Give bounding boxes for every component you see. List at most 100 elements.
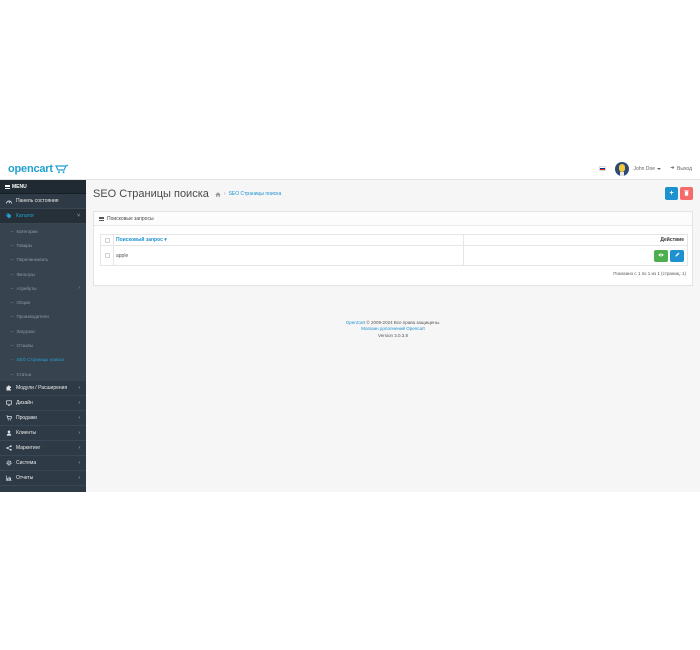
panel-title: Поисковые запросы <box>107 215 154 222</box>
chevron-right-icon: › <box>78 445 80 452</box>
user-menu-toggle[interactable]: John Doe <box>633 165 662 172</box>
table-row: apple <box>101 246 687 265</box>
delete-button[interactable] <box>680 187 693 200</box>
sidebar-sub-label: Производители <box>16 314 49 320</box>
sidebar-item-label: Отчеты <box>16 475 34 482</box>
sidebar-sub-filters[interactable]: – Фильтры <box>0 266 86 282</box>
sidebar-sub-manufacturers[interactable]: – Производители <box>0 309 86 325</box>
breadcrumb-separator: › <box>223 191 226 197</box>
sidebar-item-dashboard[interactable]: Панель состояния <box>0 194 86 209</box>
select-all-cell <box>101 235 114 245</box>
pencil-icon <box>674 252 680 259</box>
hamburger-icon <box>5 184 10 189</box>
dash-marker: – <box>11 371 14 377</box>
tag-icon <box>6 213 12 219</box>
chevron-right-icon: › <box>78 460 80 467</box>
bar-chart-icon <box>6 475 12 482</box>
chevron-right-icon: › <box>78 415 80 422</box>
sidebar-item-customers[interactable]: Клиенты › <box>0 426 86 442</box>
table-header-row: Поисковый запрос ▾ Действие <box>101 235 687 246</box>
row-checkbox[interactable] <box>104 253 110 258</box>
sidebar-sub-attributes[interactable]: – Атрибуты › <box>0 281 86 296</box>
puzzle-icon <box>6 385 12 391</box>
select-all-checkbox[interactable] <box>104 237 110 243</box>
sidebar: MENU Панель состояния Каталог ˅ – Категор… <box>0 180 86 492</box>
menu-heading: MENU <box>0 180 86 194</box>
page-title: SEO Страницы поиска <box>93 188 209 200</box>
chevron-right-icon: › <box>78 400 80 407</box>
main-content: SEO Страницы поиска › SEO Страницы поиск… <box>86 180 700 492</box>
sidebar-sub-reviews[interactable]: – Отзывы <box>0 338 86 353</box>
sidebar-item-label: Каталог <box>16 213 35 219</box>
chevron-down-icon: ˅ <box>77 213 80 219</box>
logout-label: Выход <box>677 165 692 172</box>
sidebar-item-label: Маркетинг <box>16 445 41 452</box>
opencart-logo[interactable]: opencart <box>8 162 69 176</box>
row-select-cell <box>101 246 114 265</box>
plus-icon: + <box>669 190 674 197</box>
sidebar-sub-articles[interactable]: – Статьи <box>0 366 86 382</box>
dashboard-icon <box>6 198 12 204</box>
edit-button[interactable] <box>670 249 684 262</box>
column-header-query[interactable]: Поисковый запрос ▾ <box>114 235 464 245</box>
search-queries-table: Поисковый запрос ▾ Действие apple <box>100 234 688 266</box>
breadcrumb-link[interactable]: SEO Страницы поиска <box>229 191 282 197</box>
sidebar-sub-downloads[interactable]: – Загрузки <box>0 324 86 339</box>
sidebar-item-catalog[interactable]: Каталог ˅ <box>0 209 86 224</box>
sidebar-item-extensions[interactable]: Модули / Расширения › <box>0 381 86 397</box>
dash-marker: – <box>11 257 14 263</box>
query-cell: apple <box>114 246 464 265</box>
column-header-action-label: Действие <box>660 237 684 243</box>
sidebar-sub-categories[interactable]: – Категории <box>0 224 86 239</box>
view-button[interactable] <box>654 249 668 262</box>
sidebar-item-sales[interactable]: Продажи › <box>0 411 86 427</box>
chevron-right-icon: › <box>78 385 80 392</box>
chevron-down-icon <box>657 167 662 170</box>
cart-icon <box>6 415 12 421</box>
logo-text: opencart <box>8 163 53 175</box>
sidebar-sub-label: Атрибуты <box>16 285 37 291</box>
sidebar-sub-relink[interactable]: – Перелинковать <box>0 252 86 267</box>
sidebar-item-label: Панель состояния <box>16 198 59 204</box>
dash-marker: – <box>11 328 14 334</box>
pagination-info: Показано с 1 по 1 из 1 (страниц: 1) <box>613 271 686 276</box>
dash-marker: – <box>11 271 14 277</box>
share-icon <box>6 445 12 451</box>
user-name: John Doe <box>633 165 656 172</box>
sidebar-item-reports[interactable]: Отчеты › <box>0 471 86 487</box>
home-icon[interactable] <box>215 191 221 197</box>
sidebar-sub-seo-search-pages[interactable]: – SEO Страницы поиска <box>0 352 86 367</box>
sidebar-sub-label: Опции <box>16 300 31 306</box>
cart-logo-icon <box>54 164 69 174</box>
sidebar-sub-label: Отзывы <box>16 343 33 349</box>
sidebar-sub-label: Перелинковать <box>16 257 49 263</box>
sort-caret-icon: ▾ <box>162 237 167 243</box>
search-queries-panel: Поисковые запросы Поисковый запрос ▾ Дей… <box>93 211 693 286</box>
action-cell <box>464 246 687 265</box>
chevron-right-icon: › <box>78 285 80 292</box>
opencart-link[interactable]: OpenCart <box>346 320 366 325</box>
language-flag-icon[interactable] <box>598 166 606 171</box>
sidebar-item-label: Клиенты <box>16 430 37 437</box>
dash-marker: – <box>11 285 14 291</box>
logout-link[interactable]: Выход <box>670 165 692 172</box>
sidebar-sub-label: Загрузки <box>16 328 35 334</box>
dash-marker: – <box>11 300 14 306</box>
sign-out-icon <box>670 165 675 172</box>
sidebar-item-design[interactable]: Дизайн › <box>0 396 86 412</box>
eye-icon <box>658 253 664 259</box>
footer: OpenCart © 2009-2024 Все права защищены.… <box>86 320 700 339</box>
add-button[interactable]: + <box>665 187 678 200</box>
trash-icon <box>684 190 689 198</box>
dash-marker: – <box>11 357 14 363</box>
query-value: apple <box>116 252 129 259</box>
sidebar-item-system[interactable]: Система › <box>0 456 86 472</box>
sidebar-item-label: Дизайн <box>16 400 33 407</box>
sidebar-item-label: Продажи <box>16 415 37 422</box>
row-actions <box>654 249 684 262</box>
sidebar-item-marketing[interactable]: Маркетинг › <box>0 441 86 457</box>
sidebar-sub-options[interactable]: – Опции <box>0 295 86 310</box>
version-text: Version 3.0.3.8 <box>377 332 409 338</box>
sidebar-sub-products[interactable]: – Товары <box>0 238 86 253</box>
avatar[interactable] <box>614 161 629 176</box>
